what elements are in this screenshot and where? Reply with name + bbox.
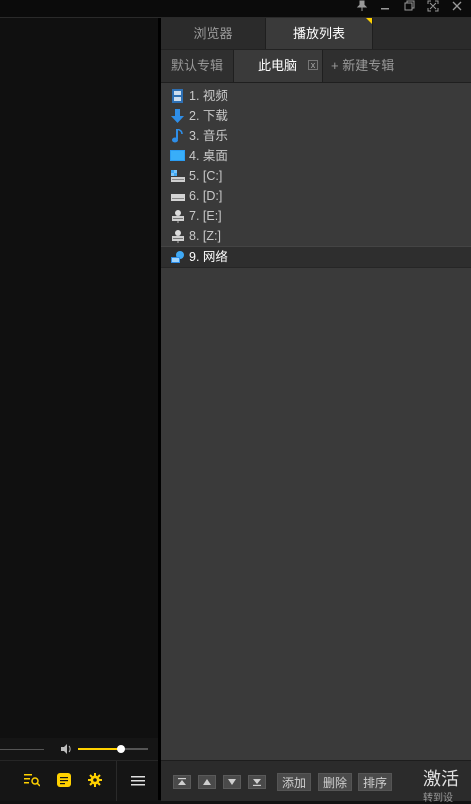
list-item[interactable]: 7. [E:] — [161, 206, 471, 226]
new-album-button[interactable]: + 新建专辑 — [331, 50, 394, 82]
list-item-label: 2. 下载 — [189, 109, 228, 123]
list-item-label: 7. [E:] — [189, 209, 222, 223]
list-item[interactable]: 5. [C:] — [161, 166, 471, 186]
tab-playlist[interactable]: 播放列表 — [265, 18, 373, 49]
activate-hint: 转到设 — [423, 793, 453, 804]
playlist-pane: 浏览器 播放列表 默认专辑 此电脑 x + 新建专辑 1. 视频 2. 下载 3… — [161, 18, 471, 800]
title-bar — [0, 0, 471, 18]
volume-slider[interactable] — [78, 745, 148, 753]
list-item-label: 1. 视频 — [189, 89, 228, 103]
list-item-label: 3. 音乐 — [189, 129, 228, 143]
move-down-button[interactable] — [223, 775, 241, 789]
list-item-selected[interactable]: 9. 网络 — [161, 246, 471, 268]
menu-icon[interactable] — [131, 774, 145, 792]
list-item-label: 5. [C:] — [189, 169, 223, 183]
move-top-button[interactable] — [173, 775, 191, 789]
list-item[interactable]: 1. 视频 — [161, 86, 471, 106]
move-up-button[interactable] — [198, 775, 216, 789]
drive-icon — [170, 189, 185, 203]
list-item[interactable]: 2. 下载 — [161, 106, 471, 126]
tab-playlist-label: 播放列表 — [292, 26, 345, 41]
video-icon — [170, 89, 185, 103]
toolbar-divider — [116, 761, 117, 801]
list-item-label: 6. [D:] — [189, 189, 223, 203]
seek-line[interactable] — [0, 749, 44, 750]
notes-icon[interactable] — [57, 773, 71, 792]
tab-this-pc-label: 此电脑 — [258, 58, 298, 73]
tab-default-album[interactable]: 默认专辑 — [171, 50, 223, 82]
move-bottom-button[interactable] — [248, 775, 266, 789]
corner-marker-icon — [366, 18, 372, 24]
list-item[interactable]: 3. 音乐 — [161, 126, 471, 146]
restore-icon[interactable] — [398, 0, 420, 16]
tab-this-pc[interactable]: 此电脑 x — [233, 50, 323, 82]
file-list: 1. 视频 2. 下载 3. 音乐 4. 桌面 5. [C:] 6. [D:] … — [161, 86, 471, 268]
minimize-icon[interactable] — [374, 0, 396, 16]
network-drive-icon — [170, 209, 185, 223]
list-item[interactable]: 6. [D:] — [161, 186, 471, 206]
list-item-label: 9. 网络 — [189, 250, 228, 264]
tab-browser[interactable]: 浏览器 — [161, 18, 265, 49]
network-drive-icon — [170, 229, 185, 243]
list-item[interactable]: 8. [Z:] — [161, 226, 471, 246]
music-icon — [170, 128, 185, 143]
volume-fill — [78, 748, 122, 750]
network-icon — [170, 250, 185, 264]
fullscreen-icon[interactable] — [422, 0, 444, 16]
volume-knob[interactable] — [117, 745, 126, 753]
close-icon[interactable] — [446, 0, 468, 16]
album-tabs: 默认专辑 此电脑 x + 新建专辑 — [161, 50, 471, 83]
list-item-label: 4. 桌面 — [189, 149, 228, 163]
activate-watermark: 激活 — [423, 769, 459, 789]
desktop-icon — [170, 149, 185, 163]
close-tab-icon[interactable]: x — [308, 60, 318, 70]
add-button[interactable]: 添加 — [277, 773, 312, 791]
video-area[interactable] — [0, 18, 158, 800]
pin-icon[interactable] — [351, 0, 373, 16]
settings-gear-icon[interactable] — [88, 773, 102, 792]
volume-area — [0, 738, 158, 760]
download-icon — [170, 109, 185, 123]
player-toolbar — [0, 760, 158, 801]
list-item[interactable]: 4. 桌面 — [161, 146, 471, 166]
delete-button[interactable]: 删除 — [318, 773, 353, 791]
list-item-label: 8. [Z:] — [189, 229, 221, 243]
system-drive-icon — [170, 169, 185, 183]
playlist-toolbar: 添加 删除 排序 激活 转到设 — [161, 760, 471, 804]
speaker-icon[interactable] — [60, 742, 72, 760]
sort-button[interactable]: 排序 — [358, 773, 393, 791]
main-tabs: 浏览器 播放列表 — [161, 18, 471, 50]
playlist-search-icon[interactable] — [24, 773, 41, 792]
